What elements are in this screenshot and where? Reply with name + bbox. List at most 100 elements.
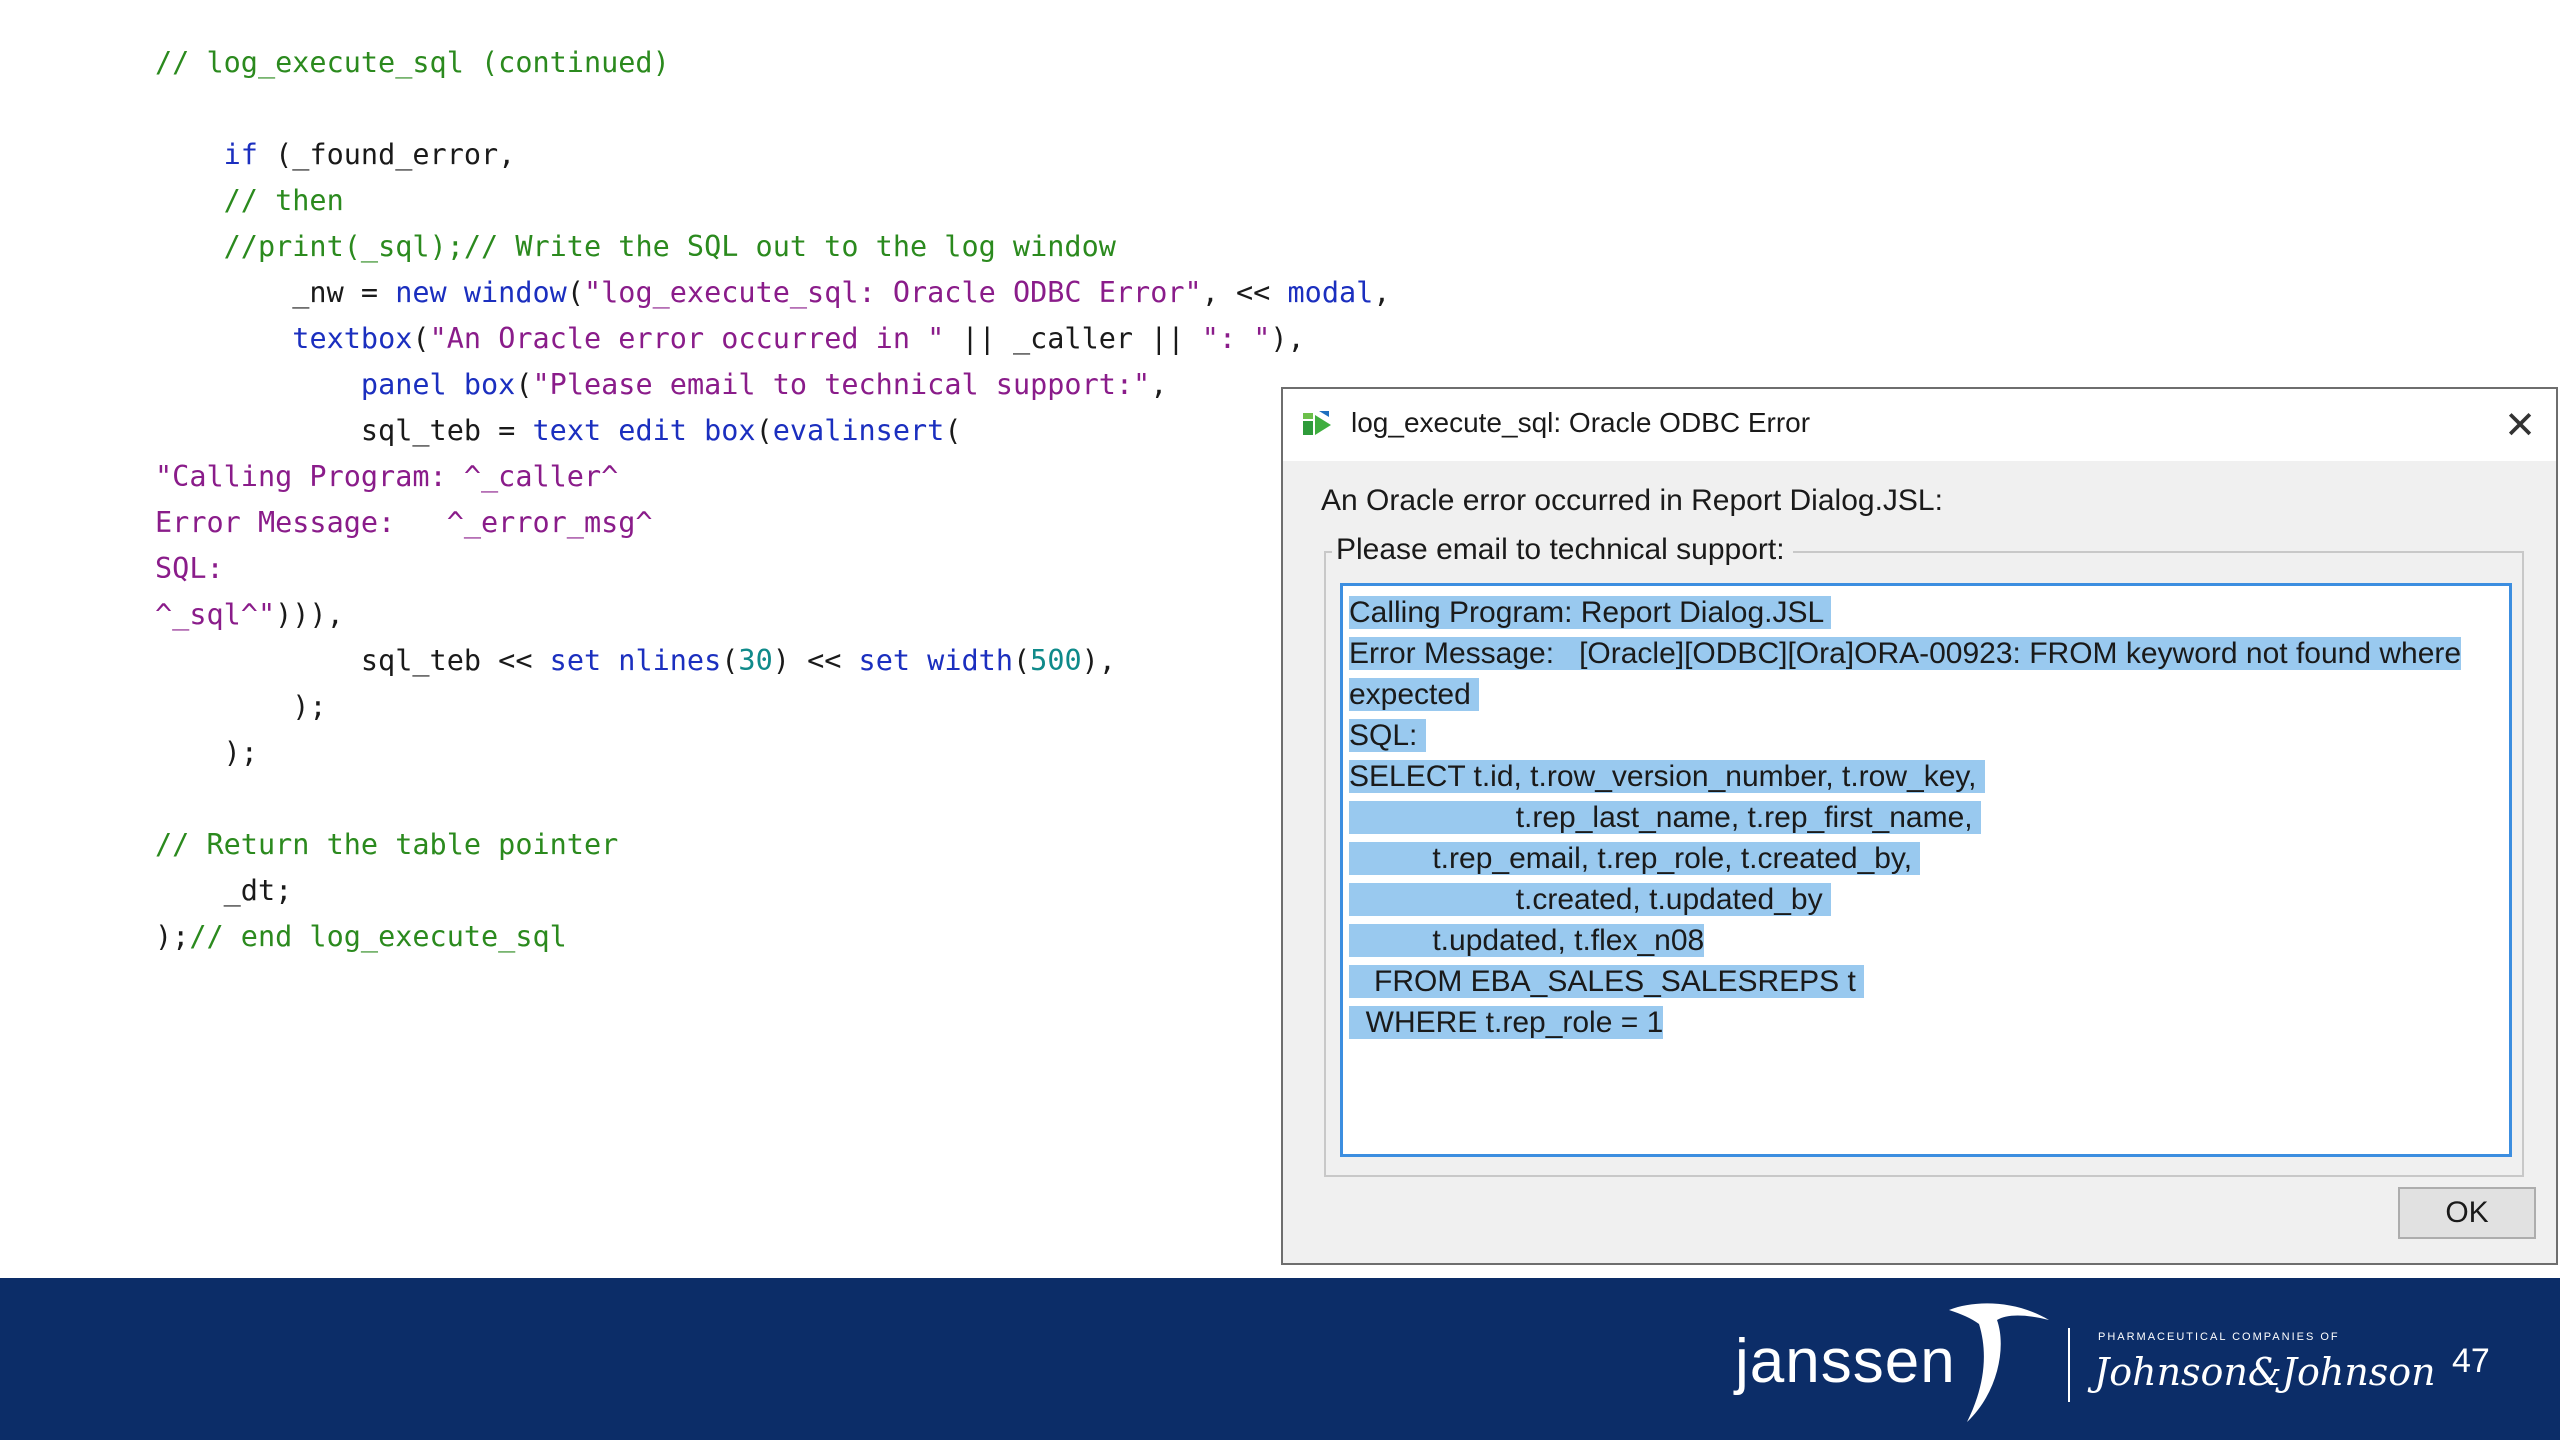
code-token: _dt; <box>155 874 293 907</box>
code-token: ^_sql^" <box>155 598 276 631</box>
error-dialog: log_execute_sql: Oracle ODBC Error ✕ An … <box>1281 387 2558 1265</box>
code-token: "Please email to technical support:" <box>532 368 1151 401</box>
dialog-titlebar[interactable]: log_execute_sql: Oracle ODBC Error ✕ <box>1283 389 2556 461</box>
selected-text: SELECT t.id, t.row_version_number, t.row… <box>1349 760 1985 793</box>
code-line: Error Message: ^_error_msg^ <box>155 500 1390 546</box>
selected-text: t.rep_email, t.rep_role, t.created_by, <box>1349 842 1921 875</box>
code-token: new window <box>395 276 567 309</box>
code-token: Error Message: ^_error_msg^ <box>155 506 653 539</box>
code-line: SQL: <box>155 546 1390 592</box>
code-token: ( <box>1012 644 1031 677</box>
code-token: ( <box>721 644 739 677</box>
code-token: ); <box>155 736 258 769</box>
selected-text: expected <box>1349 678 1480 711</box>
code-token: 500 <box>1030 644 1082 677</box>
text-line: Error Message: [Oracle][ODBC][Ora]ORA-00… <box>1349 633 2503 674</box>
text-line: SQL: <box>1349 715 2503 756</box>
selected-text: WHERE t.rep_role = 1 <box>1349 1006 1664 1039</box>
dialog-title: log_execute_sql: Oracle ODBC Error <box>1351 407 1811 438</box>
code-token: //print(_sql);// Write the SQL out to th… <box>223 230 1116 263</box>
text-line: WHERE t.rep_role = 1 <box>1349 1002 2503 1043</box>
slide-footer: janssen PHARMACEUTICAL COMPANIES OF John… <box>0 1278 2560 1440</box>
pharma-companies-text: PHARMACEUTICAL COMPANIES OF <box>2098 1331 2340 1343</box>
code-token: ( <box>944 414 962 447</box>
code-token: , <box>1373 276 1391 309</box>
selected-text: Error Message: [Oracle][ODBC][Ora]ORA-00… <box>1349 637 2462 670</box>
code-line: ); <box>155 730 1390 776</box>
code-token: SQL: <box>155 552 224 585</box>
sql-text-edit-box[interactable]: Calling Program: Report Dialog.JSL Error… <box>1340 583 2512 1157</box>
code-listing: // log_execute_sql (continued) if (_foun… <box>155 40 1390 960</box>
code-line: sql_teb = text edit box(evalinsert( <box>155 408 1390 454</box>
code-token: text edit box <box>532 414 756 447</box>
code-token: set width <box>858 644 1013 677</box>
selected-text: SQL: <box>1349 719 1426 752</box>
code-token: textbox <box>292 322 413 355</box>
text-line: t.rep_email, t.rep_role, t.created_by, <box>1349 838 2503 879</box>
code-token: ))), <box>275 598 344 631</box>
code-token: , << <box>1201 276 1288 309</box>
code-token: // then <box>223 184 344 217</box>
support-panel-box: Please email to technical support: Calli… <box>1324 533 2524 1177</box>
code-line: _nw = new window("log_execute_sql: Oracl… <box>155 270 1390 316</box>
code-token: // Return the table pointer <box>155 828 619 861</box>
code-token: ": " <box>1201 322 1271 355</box>
janssen-swoosh-icon <box>1949 1303 2049 1422</box>
code-token: ) << <box>772 644 859 677</box>
johnson-johnson-logo-text: Johnson&Johnson <box>2094 1350 2436 1394</box>
panel-box-label: Please email to technical support: <box>1332 533 1793 567</box>
code-token: panel box <box>360 368 516 401</box>
text-line: FROM EBA_SALES_SALESREPS t <box>1349 961 2503 1002</box>
code-token: sql_teb << <box>155 644 550 677</box>
selected-text: FROM EBA_SALES_SALESREPS t <box>1349 965 1865 998</box>
selected-text: t.updated, t.flex_n08 <box>1349 924 1705 957</box>
code-line: ); <box>155 684 1390 730</box>
code-token: ), <box>1081 644 1116 677</box>
code-token: ( <box>412 322 430 355</box>
text-line: t.created, t.updated_by <box>1349 879 2503 920</box>
error-message-text: An Oracle error occurred in Report Dialo… <box>1321 484 1943 517</box>
code-token: ( <box>515 368 533 401</box>
text-line: t.updated, t.flex_n08 <box>1349 920 2503 961</box>
ok-button[interactable]: OK <box>2398 1187 2536 1239</box>
code-token: if <box>223 138 258 171</box>
text-line: SELECT t.id, t.row_version_number, t.row… <box>1349 756 2503 797</box>
code-line: ^_sql^"))), <box>155 592 1390 638</box>
selected-text: t.rep_last_name, t.rep_first_name, <box>1349 801 1981 834</box>
code-token: (_found_error, <box>257 138 516 171</box>
page-number: 47 <box>2452 1342 2490 1380</box>
close-icon[interactable]: ✕ <box>2484 389 2556 461</box>
code-line: "Calling Program: ^_caller^ <box>155 454 1390 500</box>
code-line: textbox("An Oracle error occurred in " |… <box>155 316 1390 362</box>
code-token: _nw = <box>155 276 396 309</box>
code-line: sql_teb << set nlines(30) << set width(5… <box>155 638 1390 684</box>
code-line: _dt; <box>155 868 1390 914</box>
code-token: 30 <box>738 644 773 677</box>
code-token: modal <box>1287 276 1374 309</box>
code-token: // end log_execute_sql <box>189 920 567 953</box>
code-token: "log_execute_sql: Oracle ODBC Error" <box>583 276 1202 309</box>
selected-text: t.created, t.updated_by <box>1349 883 1831 916</box>
text-line: Calling Program: Report Dialog.JSL <box>1349 592 2503 633</box>
code-token: || _caller || <box>944 322 1202 355</box>
code-token: ); <box>155 920 190 953</box>
code-line: );// end log_execute_sql <box>155 914 1390 960</box>
code-token: evalinsert <box>772 414 945 447</box>
code-line: // log_execute_sql (continued) <box>155 40 1390 86</box>
janssen-logo-text: janssen <box>1735 1327 1956 1396</box>
code-token: , <box>1150 368 1168 401</box>
code-line: if (_found_error, <box>155 132 1390 178</box>
code-token: sql_teb = <box>155 414 533 447</box>
code-line: panel box("Please email to technical sup… <box>155 362 1390 408</box>
code-token: set nlines <box>549 644 722 677</box>
text-line: t.rep_last_name, t.rep_first_name, <box>1349 797 2503 838</box>
code-token: ( <box>755 414 773 447</box>
code-token: "Calling Program: ^_caller^ <box>155 460 619 493</box>
footer-divider <box>2068 1328 2070 1402</box>
